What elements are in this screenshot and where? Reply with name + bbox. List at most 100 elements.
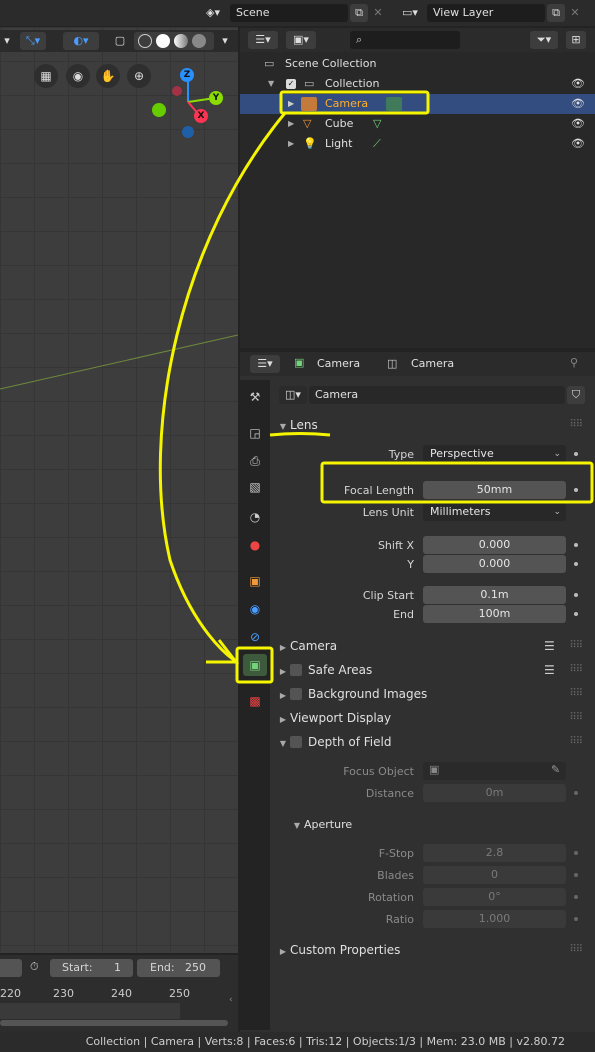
axis-z-icon[interactable]: Z [180,68,194,82]
eyedropper-icon[interactable]: ✎ [551,763,560,776]
output-tab-icon[interactable]: ⎙ [243,450,267,472]
depth-of-field-panel-header[interactable]: ▼ Depth of Field ⠿⠿ [270,731,590,753]
scene-tab-icon[interactable]: ◔ [243,506,267,528]
filter-icon[interactable]: ⏷▾ [530,31,558,49]
drag-grip-icon[interactable]: ⠿⠿ [569,731,583,753]
keyframe-dot[interactable] [574,791,578,795]
rendered-shading-icon[interactable] [192,34,206,48]
fake-user-icon[interactable]: ⛉ [567,386,585,404]
scene-browse-icon[interactable]: ◈▾ [200,4,226,22]
pan-hand-icon[interactable]: ✋ [96,64,120,88]
tool-tab-icon[interactable]: ⚒ [243,386,267,408]
expand-icon[interactable]: ▶ [288,94,294,114]
lens-unit-select[interactable]: Millimeters ⌄ [423,503,566,521]
render-tab-icon[interactable]: ◲ [243,422,267,444]
drag-grip-icon[interactable]: ⠿⠿ [569,635,583,657]
drag-grip-icon[interactable]: ⠿⠿ [569,707,583,729]
fstop-field[interactable]: 2.8 [423,844,566,862]
scene-name-field[interactable]: Scene [230,4,348,22]
keyframe-dot[interactable] [574,488,578,492]
safe-areas-checkbox[interactable] [290,663,302,676]
axis-neg-y-icon[interactable] [152,103,166,117]
outliner-item-cube[interactable]: ▶ ▽ Cube ▽ 👁 [240,114,595,134]
keyframe-dot[interactable] [574,612,578,616]
material-shading-icon[interactable] [174,34,188,48]
ratio-field[interactable]: 1.000 [423,910,566,928]
drag-grip-icon[interactable]: ⠿⠿ [569,683,583,705]
keyframe-dot[interactable] [574,851,578,855]
keyframe-dot[interactable] [574,543,578,547]
shading-options-icon[interactable]: ▾ [218,32,232,50]
datablock-browse-icon[interactable]: ◫▾ [279,386,307,404]
texture-tab-icon[interactable]: ▩ [243,690,267,712]
lens-panel-header[interactable]: ▼ Lens ⠿⠿ [270,414,590,436]
3d-viewport[interactable] [0,27,238,953]
drag-grip-icon[interactable]: ⠿⠿ [569,939,583,961]
background-images-checkbox[interactable] [290,687,302,700]
new-scene-icon[interactable]: ⧉ [350,4,368,22]
keyframe-dot[interactable] [574,873,578,877]
close-view-layer-icon[interactable]: ✕ [568,4,582,22]
lens-type-select[interactable]: Perspective ⌄ [423,445,566,463]
aperture-subpanel-header[interactable]: ▼ Aperture [284,813,584,835]
camera-data-tab-icon[interactable]: ▣ [243,654,267,676]
clock-icon[interactable]: ⏱ [30,960,39,974]
axis-neg-z-icon[interactable] [182,126,194,138]
expand-icon[interactable]: ▶ [288,114,294,134]
expand-icon[interactable]: ▶ [288,134,294,154]
presets-list-icon[interactable]: ☰ [544,635,555,657]
end-frame-field[interactable]: End: 250 [137,959,220,977]
object-tab-icon[interactable]: ▣ [243,570,267,592]
rotation-field[interactable]: 0° [423,888,566,906]
keyframe-dot[interactable] [574,452,578,456]
xray-icon[interactable]: ▢ [109,32,131,50]
outliner-collection[interactable]: ▼ ✓ ▭ Collection 👁 [240,74,595,94]
camera-data-icon[interactable] [386,97,402,111]
focal-length-field[interactable]: 50mm [423,481,566,499]
close-scene-icon[interactable]: ✕ [371,4,385,22]
datablock-name-field[interactable]: Camera [309,386,565,404]
solid-shading-icon[interactable] [156,34,170,48]
keyframe-dot[interactable] [574,917,578,921]
axis-neg-x-icon[interactable] [172,86,182,96]
new-view-layer-icon[interactable]: ⧉ [547,4,565,22]
timeline-track[interactable] [0,1003,180,1019]
axis-x-icon[interactable]: X [194,109,208,123]
blades-field[interactable]: 0 [423,866,566,884]
drag-grip-icon[interactable]: ⠿⠿ [569,659,583,681]
distance-field[interactable]: 0m [423,784,566,802]
view-layer-name-field[interactable]: View Layer [427,4,545,22]
axis-y-icon[interactable]: Y [209,91,223,105]
shift-y-field[interactable]: 0.000 [423,555,566,573]
keyframe-dot[interactable] [574,593,578,597]
keyframe-dot[interactable] [574,562,578,566]
camera-view-icon[interactable]: ◉ [66,64,90,88]
checkbox-icon[interactable]: ✓ [286,79,296,89]
camera-panel-header[interactable]: ▶ Camera ☰ ⠿⠿ [270,635,590,657]
eye-icon[interactable]: 👁 [571,94,585,114]
transform-orientation-icon[interactable]: ⤡▾ [20,32,46,50]
outliner-item-camera[interactable]: ▶ Camera 👁 [240,94,595,114]
physics-tab-icon[interactable]: ◉ [243,598,267,620]
viewport-gizmo-icon[interactable]: ◐▾ [63,32,99,50]
eye-icon[interactable]: 👁 [571,134,585,154]
viewport-display-panel-header[interactable]: ▶ Viewport Display ⠿⠿ [270,707,590,729]
new-collection-icon[interactable]: ⊞ [566,31,586,49]
editor-type-icon[interactable]: ☰▾ [250,355,280,373]
background-images-panel-header[interactable]: ▶ Background Images ⠿⠿ [270,683,590,705]
light-data-icon[interactable]: ⟋ [373,134,381,154]
pin-icon[interactable]: ⚲ [570,356,578,369]
chevron-down-icon[interactable]: ▾ [0,32,14,50]
focus-object-field[interactable]: ▣ ✎ [423,762,566,780]
current-frame-field[interactable] [0,959,22,977]
display-mode-icon[interactable]: ☰▾ [248,31,278,49]
expand-icon[interactable]: ▼ [268,74,274,94]
clip-end-field[interactable]: 100m [423,605,566,623]
depth-of-field-checkbox[interactable] [290,735,302,748]
start-frame-field[interactable]: Start: 1 [50,959,133,977]
presets-list-icon[interactable]: ☰ [544,659,555,681]
world-tab-icon[interactable]: ● [243,534,267,556]
filter-view-icon[interactable]: ▣▾ [286,31,316,49]
perspective-toggle-icon[interactable]: ▦ [34,64,58,88]
outliner-search-input[interactable]: ⌕ [350,31,460,49]
